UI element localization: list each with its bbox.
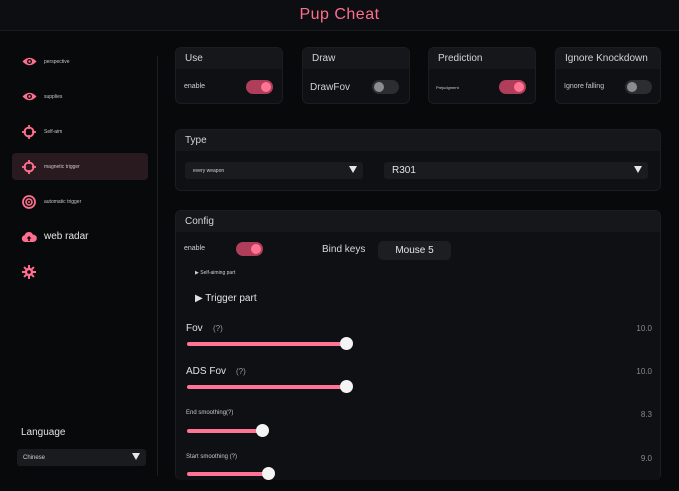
sidebar-item-magnetic-trigger[interactable]: magnetic trigger <box>12 153 148 180</box>
sidebar-item-label: automatic trigger <box>44 198 82 205</box>
toggle-knob <box>627 82 637 92</box>
fov-label: Fov <box>186 323 203 334</box>
config-enable-toggle[interactable] <box>236 242 263 256</box>
sidebar-item-perspective[interactable]: perspective <box>12 48 148 75</box>
ignore-falling-label: Ignore falling <box>564 83 605 90</box>
start-smoothing-slider-track[interactable] <box>187 472 269 476</box>
cloud-upload-icon <box>21 229 37 245</box>
end-smoothing-slider-track[interactable] <box>187 429 262 433</box>
bind-key-button[interactable]: Mouse 5 <box>378 241 451 260</box>
use-enable-toggle[interactable] <box>246 80 273 94</box>
sidebar-item-label: supplies <box>44 93 63 100</box>
gear-icon <box>21 264 37 280</box>
language-value: Chinese <box>23 454 46 461</box>
weapon-value: R301 <box>392 165 416 176</box>
weapon-group-select[interactable]: every weapon <box>185 162 363 179</box>
panel-title: Ignore Knockdown <box>556 48 660 69</box>
ignore-falling-toggle[interactable] <box>625 80 652 94</box>
sidebar-item-label: magnetic trigger <box>44 163 80 170</box>
fov-value: 10.0 <box>636 324 652 333</box>
sidebar-item-label: web radar <box>44 231 89 242</box>
end-smoothing-value: 8.3 <box>640 410 652 419</box>
panel-title: Prediction <box>429 48 535 69</box>
type-panel: Type every weapon R301 <box>175 129 661 191</box>
drawfov-label: DrawFov <box>310 82 351 93</box>
sidebar-item-settings[interactable] <box>12 258 148 285</box>
bind-keys-label: Bind keys <box>322 244 366 255</box>
crosshair-icon <box>21 159 37 175</box>
sidebar-item-automatic-trigger[interactable]: automatic trigger <box>12 188 148 215</box>
sidebar-item-web-radar[interactable]: web radar <box>12 223 148 250</box>
config-panel: Config enable Bind keys Mouse 5 ▶ Self-a… <box>175 210 661 480</box>
config-enable-label: enable <box>184 245 206 252</box>
language-select[interactable]: Chinese <box>17 449 146 466</box>
ads-fov-slider-knob[interactable] <box>340 380 353 393</box>
toggle-knob <box>374 82 384 92</box>
fov-slider-track[interactable] <box>187 342 346 346</box>
trigger-part-toggle[interactable]: ▶ Trigger part <box>195 293 257 304</box>
ignore-knockdown-panel: Ignore Knockdown Ignore falling <box>555 47 661 104</box>
prediction-panel: Prediction Prejudgment <box>428 47 536 104</box>
sidebar: perspective supplies Self-aim magnetic t… <box>0 31 158 491</box>
start-smoothing-value: 9.0 <box>640 454 652 463</box>
fov-help-icon[interactable]: (?) <box>213 324 223 333</box>
ads-fov-help-icon[interactable]: (?) <box>236 367 246 376</box>
panel-title: Config <box>176 211 660 232</box>
ads-fov-value: 10.0 <box>636 367 652 376</box>
title-bar: Pup Cheat <box>0 0 679 31</box>
chevron-down-icon <box>634 166 642 173</box>
self-aiming-part-toggle[interactable]: ▶ Self-aiming part <box>195 270 235 276</box>
bind-key-value: Mouse 5 <box>395 245 434 256</box>
ads-fov-label: ADS Fov <box>186 366 227 377</box>
end-smoothing-label: End smoothing(?) <box>186 410 234 416</box>
draw-panel: Draw DrawFov <box>302 47 410 104</box>
app-title: Pup Cheat <box>299 6 380 23</box>
toggle-knob <box>261 82 271 92</box>
drawfov-toggle[interactable] <box>372 80 399 94</box>
start-smoothing-slider-knob[interactable] <box>262 467 276 480</box>
weapon-group-value: every weapon <box>193 167 225 174</box>
sidebar-item-supplies[interactable]: supplies <box>12 83 148 110</box>
target-icon <box>21 194 37 210</box>
chevron-down-icon <box>349 166 357 173</box>
chevron-down-icon <box>132 453 140 460</box>
panel-title: Use <box>176 48 282 69</box>
prejudgment-toggle[interactable] <box>499 80 526 94</box>
panel-title: Draw <box>303 48 409 69</box>
weapon-select[interactable]: R301 <box>384 162 648 179</box>
eye-icon <box>21 54 37 70</box>
start-smoothing-label: Start smoothing (?) <box>186 454 238 460</box>
toggle-knob <box>514 82 524 92</box>
end-smoothing-slider-knob[interactable] <box>255 424 269 437</box>
crosshair-icon <box>21 124 37 140</box>
eye-icon <box>21 89 37 105</box>
language-title: Language <box>21 427 66 438</box>
sidebar-divider <box>157 56 158 476</box>
sidebar-item-label: perspective <box>44 58 70 65</box>
panel-title: Type <box>176 130 660 151</box>
fov-slider-knob[interactable] <box>340 337 353 350</box>
ads-fov-slider-track[interactable] <box>187 385 346 389</box>
use-panel: Use enable <box>175 47 283 104</box>
sidebar-item-label: Self-aim <box>44 128 63 135</box>
prejudgment-label: Prejudgment <box>436 85 459 90</box>
toggle-knob <box>251 244 261 254</box>
use-enable-label: enable <box>184 83 206 90</box>
sidebar-item-self-aim[interactable]: Self-aim <box>12 118 148 145</box>
